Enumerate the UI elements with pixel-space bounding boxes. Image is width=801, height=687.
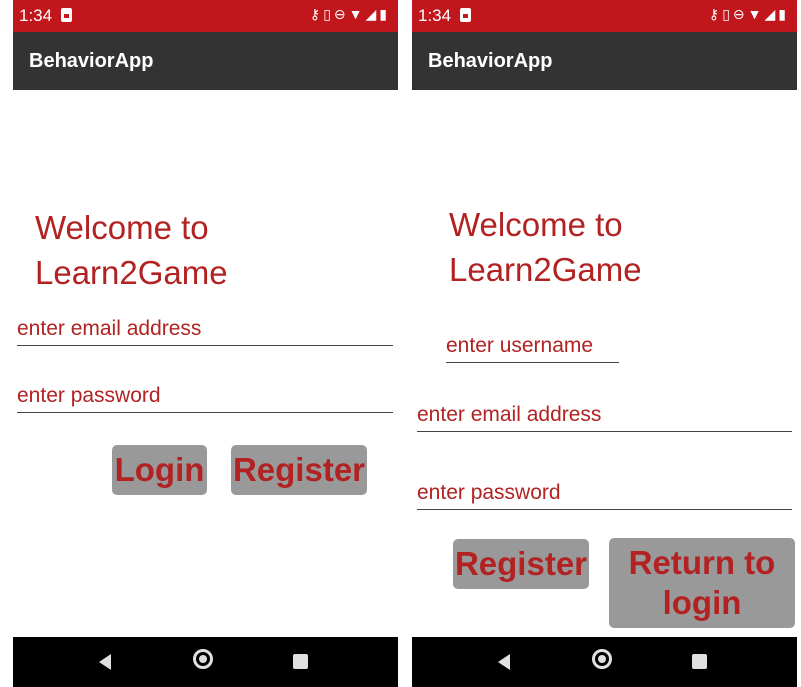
home-icon[interactable] [193,649,213,669]
login-button[interactable]: Login [112,445,207,495]
welcome-line-2: Learn2Game [449,251,642,288]
notification-icon [61,8,72,22]
status-bar: 1:34 ⚷▯⊖▼◢▮ [13,0,398,32]
welcome-line-2: Learn2Game [35,254,228,291]
key-icon: ⚷ [309,6,324,22]
email-field[interactable]: enter email address [417,403,792,432]
register-button[interactable]: Register [231,445,367,495]
app-title: BehaviorApp [428,50,553,72]
notification-icon [460,8,471,22]
vibrate-icon: ▯ [722,6,733,22]
battery-icon: ▮ [379,6,390,22]
login-screen: 1:34 ⚷▯⊖▼◢▮ BehaviorApp Welcome to Learn… [13,0,398,687]
return-to-login-button[interactable]: Return to login [609,538,795,628]
username-field[interactable]: enter username [446,334,619,363]
back-icon[interactable] [99,654,111,670]
app-bar: BehaviorApp [412,32,797,90]
email-field[interactable]: enter email address [17,317,393,346]
return-to-login-line-1: Return to [628,544,776,581]
back-icon[interactable] [498,654,510,670]
register-screen: 1:34 ⚷▯⊖▼◢▮ BehaviorApp Welcome to Learn… [412,0,797,687]
return-to-login-line-2: login [662,584,742,621]
app-bar: BehaviorApp [13,32,398,90]
vibrate-icon: ▯ [323,6,334,22]
recents-icon[interactable] [293,654,308,669]
wifi-icon: ▼ [348,6,366,22]
register-button[interactable]: Register [453,539,589,589]
navigation-bar [412,637,797,687]
system-status-icons: ⚷▯⊖▼◢▮ [709,6,789,23]
password-field[interactable]: enter password [17,384,393,413]
navigation-bar [13,637,398,687]
password-field[interactable]: enter password [417,481,792,510]
signal-icon: ◢ [365,6,380,22]
do-not-disturb-icon: ⊖ [333,6,349,22]
status-time: 1:34 [19,6,53,25]
status-time: 1:34 [418,6,452,25]
app-title: BehaviorApp [29,50,154,72]
welcome-line-1: Welcome to [35,209,209,246]
wifi-icon: ▼ [747,6,765,22]
home-icon[interactable] [592,649,612,669]
recents-icon[interactable] [692,654,707,669]
do-not-disturb-icon: ⊖ [732,6,748,22]
welcome-heading: Welcome to Learn2Game [35,205,228,295]
welcome-heading: Welcome to Learn2Game [449,202,642,292]
welcome-line-1: Welcome to [449,206,623,243]
signal-icon: ◢ [764,6,779,22]
battery-icon: ▮ [778,6,789,22]
key-icon: ⚷ [708,6,723,22]
status-bar: 1:34 ⚷▯⊖▼◢▮ [412,0,797,32]
system-status-icons: ⚷▯⊖▼◢▮ [310,6,390,23]
